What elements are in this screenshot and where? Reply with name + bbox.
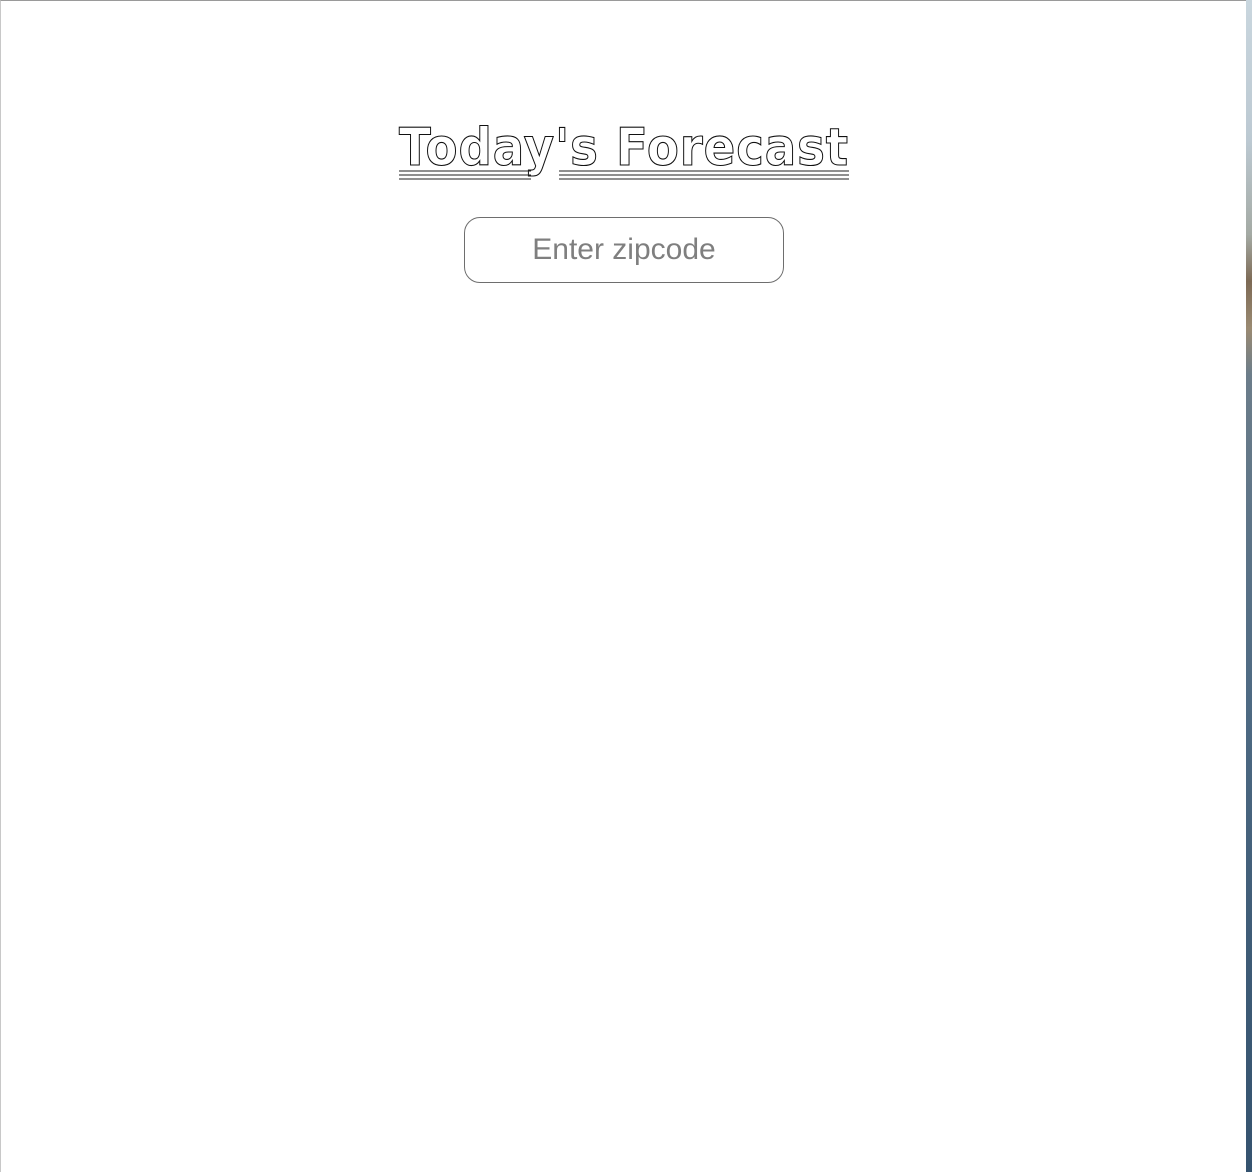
zipcode-input[interactable]: [464, 217, 784, 283]
page-title-graphic: Today's Forecast: [398, 117, 849, 180]
desktop-background: [1246, 0, 1252, 1172]
page-title-text: Today's Forecast: [399, 118, 849, 178]
main-content: Today's Forecast: [1, 1, 1247, 1173]
app-window: Today's Forecast: [0, 0, 1246, 1172]
page-title: Today's Forecast: [397, 113, 851, 185]
